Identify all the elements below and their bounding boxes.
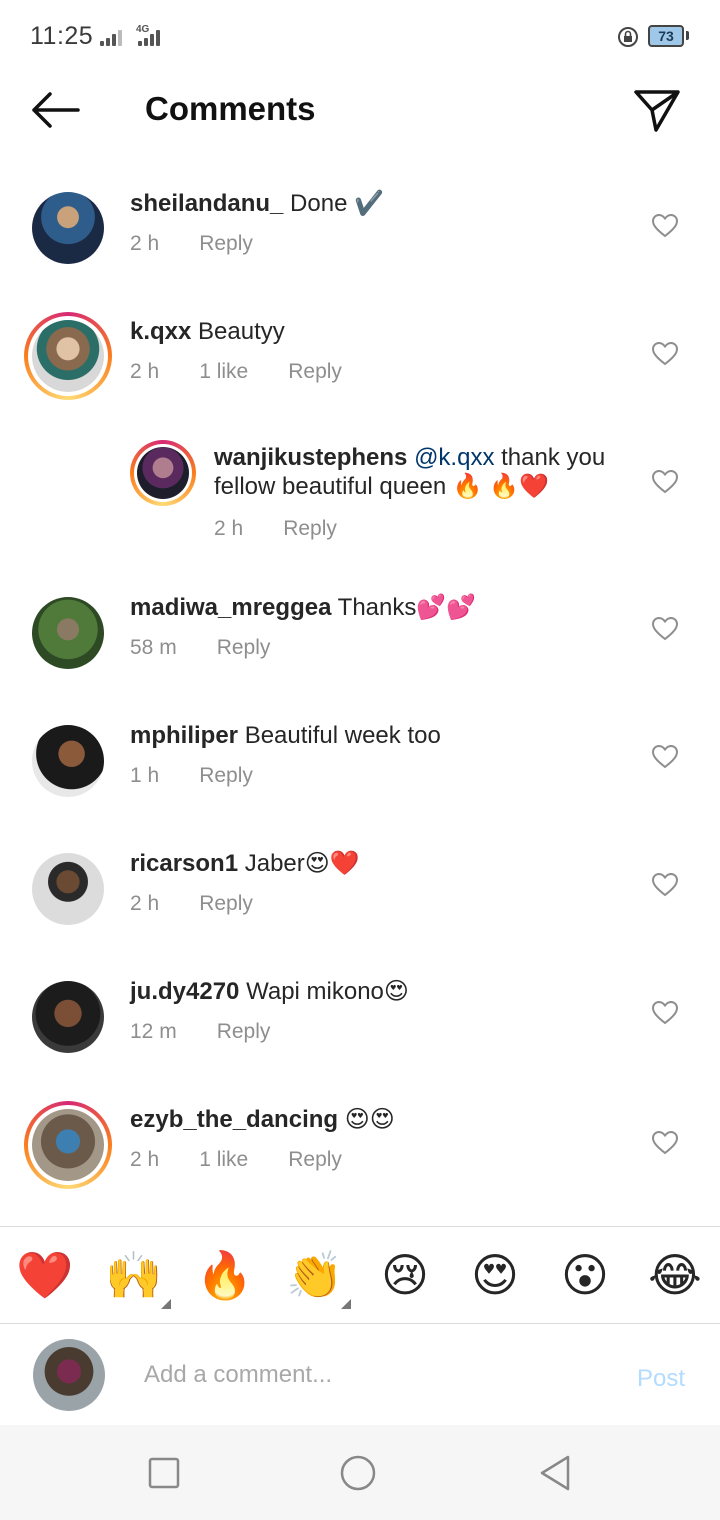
avatar[interactable]	[32, 981, 104, 1053]
comment-body: Jaber😍❤️	[244, 850, 360, 877]
comment-meta: 12 m Reply	[130, 1020, 270, 1044]
comment-body: Beautyy	[198, 318, 285, 345]
rotation-lock-icon	[618, 27, 638, 47]
post-button[interactable]: Post	[637, 1365, 685, 1393]
comment-meta: 58 m Reply	[130, 636, 270, 660]
like-heart-icon[interactable]	[652, 470, 678, 494]
comment-meta: 2 h Reply	[130, 892, 253, 916]
clapping-hands-emoji-button[interactable]: 👏	[285, 1249, 345, 1301]
fire-emoji-button[interactable]: 🔥	[195, 1249, 255, 1301]
like-heart-icon[interactable]	[652, 214, 678, 238]
avatar	[32, 1109, 104, 1181]
avatar-story-ring[interactable]	[24, 1101, 112, 1189]
comment-text: mphiliper Beautiful week too	[130, 721, 441, 750]
comment-input[interactable]	[144, 1355, 604, 1395]
current-user-avatar	[33, 1339, 105, 1411]
heart-emoji-button[interactable]: ❤️	[15, 1249, 75, 1301]
like-heart-icon[interactable]	[652, 873, 678, 897]
add-comment-bar: Post	[0, 1325, 720, 1425]
comment-meta: 2 h 1 like Reply	[130, 1148, 342, 1172]
raising-hands-emoji-button[interactable]: 🙌	[104, 1249, 164, 1301]
avatar[interactable]	[32, 597, 104, 669]
comment-time: 2 h	[214, 517, 244, 540]
comment-time: 2 h	[130, 892, 160, 915]
tears-of-joy-emoji-button[interactable]: 😂	[645, 1249, 705, 1301]
heart-eyes-emoji-button[interactable]: 😍	[465, 1249, 525, 1301]
comment-username[interactable]: ezyb_the_dancing	[130, 1106, 338, 1133]
reply-button[interactable]: Reply	[283, 517, 337, 541]
comment-username[interactable]: madiwa_mreggea	[130, 594, 331, 621]
avatar	[137, 447, 189, 499]
status-time: 11:25	[30, 22, 94, 50]
comment-text: ju.dy4270 Wapi mikono😍	[130, 977, 409, 1006]
skin-tone-indicator-icon	[161, 1299, 171, 1309]
share-send-icon[interactable]	[630, 84, 682, 136]
comment-text: k.qxx Beautyy	[130, 317, 285, 346]
comment-meta: 2 h 1 like Reply	[130, 360, 342, 384]
avatar[interactable]	[32, 725, 104, 797]
surprised-face-emoji-button[interactable]: 😮	[555, 1249, 615, 1301]
reply-button[interactable]: Reply	[199, 764, 253, 788]
comment-meta: 2 h Reply	[130, 232, 253, 256]
like-count[interactable]: 1 like	[199, 1148, 248, 1172]
reply-button[interactable]: Reply	[217, 636, 271, 660]
avatar[interactable]	[32, 192, 104, 264]
battery-tip	[686, 31, 689, 40]
comment-body: Beautiful week too	[244, 722, 441, 749]
battery-icon: 73	[648, 25, 684, 47]
comment-username[interactable]: ju.dy4270	[130, 978, 239, 1005]
comment-time: 1 h	[130, 764, 160, 787]
back-triangle-icon[interactable]	[536, 1453, 576, 1493]
reply-button[interactable]: Reply	[199, 232, 253, 256]
like-heart-icon[interactable]	[652, 617, 678, 641]
avatar[interactable]	[32, 853, 104, 925]
comment-body: Done ✔️	[290, 190, 384, 217]
comment-text: madiwa_mreggea Thanks💕💕	[130, 593, 476, 622]
home-circle-icon[interactable]	[338, 1453, 378, 1493]
reply-button[interactable]: Reply	[199, 892, 253, 916]
avatar-story-ring[interactable]	[24, 312, 112, 400]
comment-username[interactable]: sheilandanu_	[130, 190, 283, 217]
like-heart-icon[interactable]	[652, 745, 678, 769]
status-bar: 11:25 4G 73	[0, 0, 720, 72]
comment-body: Wapi mikono😍	[246, 978, 409, 1005]
comment-text: wanjikustephens @k.qxx thank you fellow …	[214, 443, 634, 501]
comment-username[interactable]: ricarson1	[130, 850, 238, 877]
comment-username[interactable]: k.qxx	[130, 318, 191, 345]
like-heart-icon[interactable]	[652, 1001, 678, 1025]
like-heart-icon[interactable]	[652, 342, 678, 366]
skin-tone-indicator-icon	[341, 1299, 351, 1309]
back-arrow-icon[interactable]	[30, 90, 82, 130]
comment-text: sheilandanu_ Done ✔️	[130, 189, 384, 218]
crying-face-emoji-button[interactable]: 😢	[375, 1249, 435, 1301]
header: Comments	[0, 72, 720, 152]
comment-username[interactable]: wanjikustephens	[214, 444, 407, 471]
comment-time: 2 h	[130, 360, 160, 383]
system-navigation-bar	[0, 1425, 720, 1520]
reply-button[interactable]: Reply	[288, 360, 342, 384]
comment-username[interactable]: mphiliper	[130, 722, 238, 749]
comment-meta: 2 h Reply	[214, 517, 337, 541]
mention-link[interactable]: @k.qxx	[414, 444, 494, 471]
comment-time: 12 m	[130, 1020, 177, 1043]
like-count[interactable]: 1 like	[199, 360, 248, 384]
reply-button[interactable]: Reply	[217, 1020, 271, 1044]
comment-time: 58 m	[130, 636, 177, 659]
comment-body: Thanks💕💕	[337, 594, 477, 621]
comment-text: ezyb_the_dancing 😍😍	[130, 1105, 395, 1134]
comment-time: 2 h	[130, 1148, 160, 1171]
signal-icon	[100, 26, 122, 46]
avatar-story-ring[interactable]	[130, 440, 196, 506]
page-title: Comments	[145, 90, 316, 127]
signal-icon-2	[138, 26, 160, 46]
recent-apps-icon[interactable]	[144, 1453, 184, 1493]
comment-text: ricarson1 Jaber😍❤️	[130, 849, 360, 878]
comment-body: 😍😍	[344, 1106, 395, 1133]
comment-meta: 1 h Reply	[130, 764, 253, 788]
emoji-reaction-bar: ❤️ 🙌 🔥 👏 😢 😍 😮 😂	[0, 1226, 720, 1324]
comment-time: 2 h	[130, 232, 160, 255]
like-heart-icon[interactable]	[652, 1131, 678, 1155]
avatar	[32, 320, 104, 392]
reply-button[interactable]: Reply	[288, 1148, 342, 1172]
